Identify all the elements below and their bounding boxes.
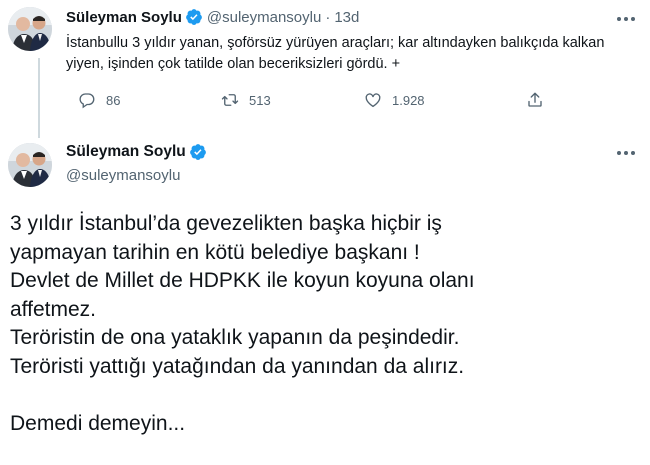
retweet-button[interactable]: 513 [221,91,271,109]
verified-badge-icon [185,8,203,26]
share-icon [528,92,542,107]
reply-icon [79,93,95,109]
tweet-text-line: Teröristi yattığı yatağından da yanından… [10,354,465,378]
tweet-text-line: Demedi demeyin... [10,411,186,435]
thread-line [38,58,40,138]
tweet-2-text: 3 yıldır İstanbul’da gevezelikten başka … [10,210,640,438]
author-name[interactable]: Süleyman Soylu [66,9,182,26]
more-icon[interactable] [614,148,638,158]
reply-count: 86 [106,92,121,108]
like-count: 1.928 [392,92,425,108]
tweet-1-header: Süleyman Soylu @suleymansoylu · 13d [66,8,359,26]
tweet-text-line: yapmayan tarihin en kötü belediye başkan… [10,240,420,264]
timestamp[interactable]: 13d [334,9,359,26]
tweet-text-line: Teröristin de ona yataklık yapanın da pe… [10,326,460,350]
like-button[interactable]: 1.928 [364,91,425,109]
tweet-text-line: Devlet de Millet de HDPKK ile koyun koyu… [10,269,475,293]
like-icon [365,93,381,108]
tweet-1-text: İstanbullu 3 yıldır yanan, şoförsüz yürü… [66,35,605,72]
reply-button[interactable]: 86 [78,91,120,109]
more-icon[interactable] [614,14,638,24]
avatar[interactable] [8,143,52,187]
author-name[interactable]: Süleyman Soylu [66,143,186,161]
retweet-count: 513 [249,92,271,108]
tweet-2-header: Süleyman Soylu @suleymansoylu [66,143,211,184]
author-handle[interactable]: @suleymansoylu [207,9,321,26]
separator-dot: · [325,8,331,26]
share-button[interactable] [526,91,544,109]
avatar[interactable] [8,7,52,51]
tweet-text-line: affetmez. [10,297,96,321]
tweet-1[interactable]: Süleyman Soylu @suleymansoylu · 13d İsta… [0,0,650,138]
author-handle[interactable]: @suleymansoylu [66,167,211,184]
verified-badge-icon [189,143,207,161]
tweet-actions: 86 513 1.928 [66,91,566,113]
tweet-text-line: 3 yıldır İstanbul’da gevezelikten başka … [10,212,442,235]
retweet-icon [221,94,239,106]
